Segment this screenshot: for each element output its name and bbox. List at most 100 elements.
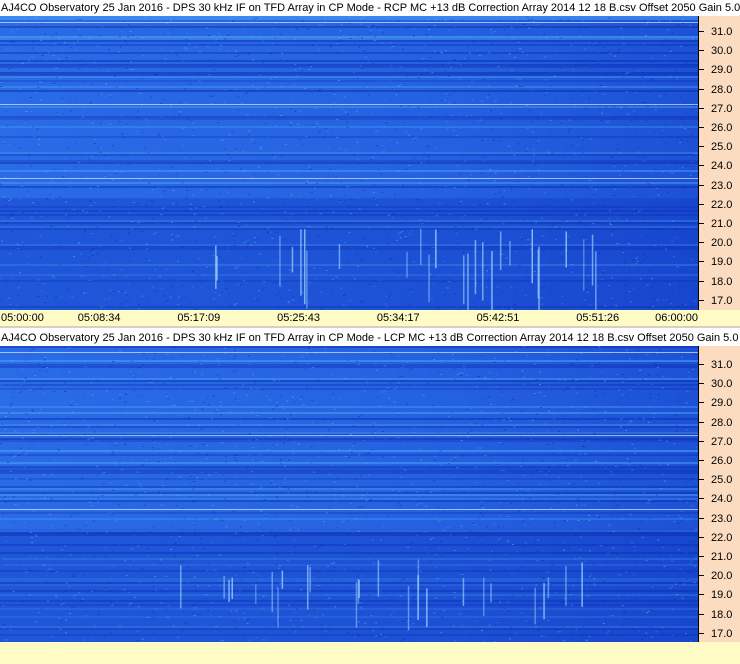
frequency-tick-label: 22.0: [711, 198, 733, 211]
frequency-tick: 25.0: [699, 473, 740, 487]
frequency-tick-label: 24.0: [711, 493, 733, 506]
frequency-tick-label: 25.0: [711, 141, 733, 154]
tick-mark: [699, 517, 704, 519]
time-tick-label: 06:00:00: [655, 312, 698, 324]
tick-mark: [699, 203, 704, 205]
frequency-tick: 20.0: [699, 569, 740, 583]
tick-mark: [699, 88, 704, 90]
tick-mark: [699, 613, 704, 615]
tick-mark: [699, 440, 704, 442]
tick-mark: [699, 69, 704, 71]
frequency-tick: 31.0: [699, 25, 740, 39]
frequency-tick: 22.0: [699, 531, 740, 545]
frequency-tick: 30.0: [699, 44, 740, 58]
frequency-tick-label: 31.0: [711, 26, 733, 38]
tick-mark: [699, 165, 704, 167]
frequency-tick-label: 24.0: [711, 160, 733, 173]
tick-mark: [699, 280, 704, 282]
frequency-tick: 26.0: [699, 121, 740, 135]
lcp-panel: AJ4CO Observatory 25 Jan 2016 - DPS 30 k…: [0, 330, 740, 664]
lcp-time-axis: [0, 642, 740, 664]
lcp-panel-title: AJ4CO Observatory 25 Jan 2016 - DPS 30 k…: [0, 330, 740, 346]
tick-mark: [699, 31, 704, 32]
frequency-tick-label: 26.0: [711, 122, 733, 134]
frequency-tick-label: 17.0: [711, 627, 733, 640]
rcp-frequency-axis: 31.0 30.0 29.0 28.0 27.0 26.0 25.0 24.0 23.0 22.0…: [698, 16, 740, 310]
tick-mark: [699, 498, 704, 500]
frequency-tick-label: 25.0: [711, 474, 733, 487]
tick-mark: [699, 107, 704, 109]
frequency-tick: 21.0: [699, 217, 740, 231]
frequency-tick-label: 27.0: [711, 102, 733, 115]
frequency-tick: 23.0: [699, 512, 740, 526]
frequency-tick: 21.0: [699, 550, 740, 564]
time-tick-label: 05:00:00: [1, 312, 44, 324]
rcp-panel: AJ4CO Observatory 25 Jan 2016 - DPS 30 k…: [0, 0, 740, 328]
frequency-tick: 27.0: [699, 102, 740, 116]
frequency-tick-label: 21.0: [711, 218, 733, 230]
frequency-tick: 22.0: [699, 198, 740, 212]
tick-mark: [699, 594, 704, 596]
frequency-tick: 18.0: [699, 275, 740, 289]
rcp-spectrogram-image: [0, 16, 698, 310]
frequency-tick-label: 27.0: [711, 435, 733, 448]
tick-mark: [699, 261, 704, 263]
frequency-tick: 24.0: [699, 492, 740, 506]
frequency-tick-label: 28.0: [711, 416, 733, 429]
tick-mark: [699, 127, 704, 128]
frequency-tick-label: 18.0: [711, 275, 733, 288]
rcp-panel-title: AJ4CO Observatory 25 Jan 2016 - DPS 30 k…: [0, 0, 740, 16]
frequency-tick: 29.0: [699, 396, 740, 410]
frequency-tick-label: 23.0: [711, 512, 733, 525]
rcp-time-axis: 05:00:00 05:08:34 05:17:09 05:25:43 05:34:17…: [0, 310, 740, 326]
frequency-tick-label: 20.0: [711, 237, 733, 250]
lcp-frequency-axis: 31.0 30.0 29.0 28.0 27.0 26.0 25.0 24.0 23.0 22.0…: [698, 346, 740, 642]
frequency-tick-label: 18.0: [711, 608, 733, 621]
frequency-tick-label: 22.0: [711, 531, 733, 544]
tick-mark: [699, 421, 704, 423]
frequency-tick-label: 30.0: [711, 378, 733, 391]
lcp-spectrogram[interactable]: [0, 346, 698, 642]
frequency-tick-label: 29.0: [711, 64, 733, 77]
frequency-tick: 24.0: [699, 159, 740, 173]
tick-mark: [699, 556, 704, 557]
frequency-tick: 17.0: [699, 627, 740, 641]
frequency-tick-label: 28.0: [711, 83, 733, 96]
time-tick-label: 05:25:43: [277, 312, 320, 324]
tick-mark: [699, 575, 704, 577]
frequency-tick: 26.0: [699, 454, 740, 468]
frequency-tick-label: 23.0: [711, 179, 733, 192]
frequency-tick: 18.0: [699, 608, 740, 622]
frequency-tick-label: 26.0: [711, 455, 733, 467]
tick-mark: [699, 536, 704, 538]
tick-mark: [699, 402, 704, 404]
frequency-tick-label: 17.0: [711, 294, 733, 307]
frequency-tick: 17.0: [699, 294, 740, 308]
frequency-tick-label: 19.0: [711, 589, 733, 602]
time-tick-label: 05:08:34: [77, 312, 121, 324]
tick-mark: [699, 364, 704, 365]
tick-mark: [699, 383, 704, 385]
frequency-tick: 30.0: [699, 377, 740, 391]
frequency-tick-label: 29.0: [711, 397, 733, 410]
frequency-tick: 25.0: [699, 140, 740, 154]
lcp-spectrogram-image: [0, 346, 698, 642]
tick-mark: [699, 479, 704, 481]
time-tick-label: 05:34:17: [376, 312, 420, 324]
frequency-tick: 23.0: [699, 179, 740, 193]
frequency-tick-label: 31.0: [711, 359, 733, 371]
frequency-tick-label: 21.0: [711, 551, 733, 563]
frequency-tick-label: 30.0: [711, 45, 733, 58]
time-tick-label: 05:51:26: [576, 312, 620, 324]
tick-mark: [699, 460, 704, 461]
frequency-tick-label: 20.0: [711, 570, 733, 583]
frequency-tick: 31.0: [699, 358, 740, 372]
tick-mark: [699, 146, 704, 148]
frequency-tick: 20.0: [699, 236, 740, 250]
tick-mark: [699, 50, 704, 52]
tick-mark: [699, 299, 704, 301]
time-tick-label: 05:17:09: [177, 312, 221, 324]
frequency-tick-label: 19.0: [711, 256, 733, 269]
frequency-tick: 29.0: [699, 63, 740, 77]
rcp-spectrogram[interactable]: [0, 16, 698, 310]
